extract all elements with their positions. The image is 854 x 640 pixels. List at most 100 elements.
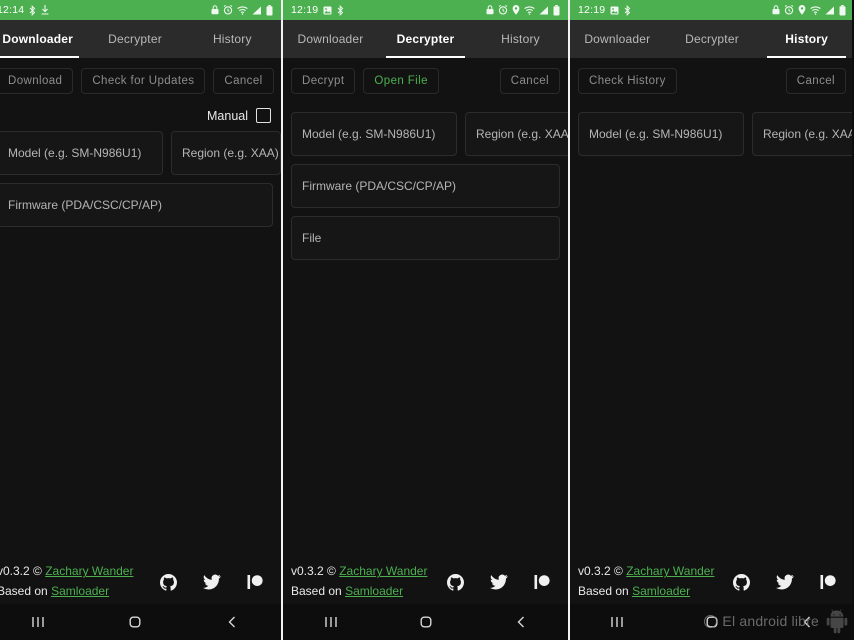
status-bar-left: 12:19	[291, 4, 344, 16]
manual-checkbox[interactable]	[256, 108, 271, 123]
version-text: v0.3.2 ©	[291, 564, 336, 579]
social-links	[733, 573, 846, 591]
check-history-button[interactable]: Check History	[578, 68, 677, 94]
model-input[interactable]: Model (e.g. SM-N986U1)	[291, 112, 457, 156]
downloader-action-row: Download Check for Updates Cancel	[0, 66, 274, 96]
file-row: File	[291, 216, 560, 260]
battery-icon	[553, 4, 560, 16]
status-bar: 12:19	[283, 0, 568, 20]
decrypt-button[interactable]: Decrypt	[291, 68, 356, 94]
cancel-button[interactable]: Cancel	[785, 68, 846, 94]
bluetooth-icon	[337, 4, 344, 16]
home-icon[interactable]	[418, 614, 434, 630]
back-icon[interactable]	[513, 614, 529, 630]
back-icon[interactable]	[224, 614, 240, 630]
author-link[interactable]: Zachary Wander	[339, 564, 427, 578]
author-link[interactable]: Zachary Wander	[626, 564, 714, 578]
social-links	[447, 573, 560, 591]
signal-icon	[252, 6, 262, 15]
file-input[interactable]: File	[291, 216, 560, 260]
home-icon[interactable]	[704, 614, 720, 630]
location-icon	[798, 5, 806, 15]
battery-icon	[839, 4, 846, 16]
firmware-input[interactable]: Firmware (PDA/CSC/CP/AP)	[291, 164, 560, 208]
version-text: v0.3.2 ©	[578, 564, 623, 579]
tab-history[interactable]: History	[184, 20, 281, 58]
recents-icon[interactable]	[30, 614, 46, 630]
tab-bar[interactable]: Downloader Decrypter History	[0, 20, 281, 58]
github-icon[interactable]	[160, 573, 177, 591]
alarm-icon	[784, 5, 794, 15]
decrypter-content: Decrypt Open File Cancel Model (e.g. SM-…	[283, 58, 568, 557]
based-on-line: Based on Samloader	[291, 582, 427, 602]
patreon-icon[interactable]	[247, 574, 263, 590]
status-time: 12:19	[291, 4, 319, 16]
decrypter-action-row: Decrypt Open File Cancel	[291, 66, 560, 96]
region-input[interactable]: Region (e.g. XAA)	[465, 112, 568, 156]
model-input[interactable]: Model (e.g. SM-N986U1)	[578, 112, 744, 156]
download-icon	[41, 5, 49, 15]
download-button[interactable]: Download	[0, 68, 74, 94]
twitter-icon[interactable]	[776, 574, 794, 590]
tab-decrypter[interactable]: Decrypter	[378, 20, 473, 58]
home-icon[interactable]	[127, 614, 143, 630]
tab-bar[interactable]: Downloader Decrypter History	[283, 20, 568, 58]
android-nav-bar[interactable]	[283, 604, 568, 640]
based-on-text: Based on	[0, 584, 48, 599]
status-bar-left: 12:14	[0, 4, 49, 16]
version-line: v0.3.2 © Zachary Wander	[578, 562, 714, 582]
wifi-icon	[524, 5, 535, 15]
twitter-icon[interactable]	[203, 574, 221, 590]
credits: v0.3.2 © Zachary Wander Based on Samload…	[291, 562, 427, 602]
tab-decrypter[interactable]: Decrypter	[86, 20, 183, 58]
samloader-link[interactable]: Samloader	[51, 584, 109, 598]
author-link[interactable]: Zachary Wander	[45, 564, 133, 578]
tab-bar[interactable]: Downloader Decrypter History	[570, 20, 852, 58]
footer: v0.3.2 © Zachary Wander Based on Samload…	[0, 556, 281, 604]
patreon-icon[interactable]	[534, 574, 550, 590]
cancel-button[interactable]: Cancel	[499, 68, 560, 94]
back-icon[interactable]	[799, 614, 815, 630]
tab-decrypter[interactable]: Decrypter	[665, 20, 760, 58]
cancel-button[interactable]: Cancel	[213, 68, 274, 94]
check-for-updates-button[interactable]: Check for Updates	[81, 68, 206, 94]
region-input[interactable]: Region (e.g. XAA)	[752, 112, 852, 156]
version-line: v0.3.2 © Zachary Wander	[0, 562, 133, 582]
social-links	[160, 573, 273, 591]
twitter-icon[interactable]	[490, 574, 508, 590]
phone-screenshot-decrypter: 12:19 Downloader Decrypter History Decry…	[281, 0, 568, 640]
status-bar-right	[486, 4, 560, 16]
phone-screenshot-downloader: 12:14 Downloader Decrypter History	[0, 0, 281, 640]
android-nav-bar[interactable]	[570, 604, 852, 640]
samloader-link[interactable]: Samloader	[345, 584, 403, 598]
github-icon[interactable]	[733, 573, 750, 591]
github-icon[interactable]	[447, 573, 464, 591]
tab-downloader[interactable]: Downloader	[0, 20, 86, 58]
tab-downloader[interactable]: Downloader	[570, 20, 665, 58]
android-nav-bar[interactable]	[0, 604, 281, 640]
model-input[interactable]: Model (e.g. SM-N986U1)	[0, 131, 163, 175]
image-icon	[610, 6, 619, 15]
tab-history[interactable]: History	[473, 20, 568, 58]
open-file-button[interactable]: Open File	[363, 68, 439, 94]
wifi-icon	[810, 5, 821, 15]
model-region-row: Model (e.g. SM-N986U1) Region (e.g. XAA)	[0, 131, 281, 175]
model-region-row: Model (e.g. SM-N986U1) Region (e.g. XAA)	[291, 112, 568, 156]
recents-icon[interactable]	[323, 614, 339, 630]
tab-history[interactable]: History	[759, 20, 852, 58]
wifi-icon	[237, 5, 248, 15]
signal-icon	[539, 6, 549, 15]
image-icon	[323, 6, 332, 15]
patreon-icon[interactable]	[820, 574, 836, 590]
downloader-content: Download Check for Updates Cancel Manual…	[0, 58, 281, 557]
region-input[interactable]: Region (e.g. XAA)	[171, 131, 281, 175]
status-bar-right	[772, 4, 846, 16]
recents-icon[interactable]	[609, 614, 625, 630]
firmware-input[interactable]: Firmware (PDA/CSC/CP/AP)	[0, 183, 273, 227]
tab-downloader[interactable]: Downloader	[283, 20, 378, 58]
firmware-row: Firmware (PDA/CSC/CP/AP)	[0, 183, 273, 227]
status-bar: 12:19	[570, 0, 852, 20]
manual-toggle-row[interactable]: Manual	[0, 102, 273, 131]
samloader-link[interactable]: Samloader	[632, 584, 690, 598]
location-icon	[512, 5, 520, 15]
